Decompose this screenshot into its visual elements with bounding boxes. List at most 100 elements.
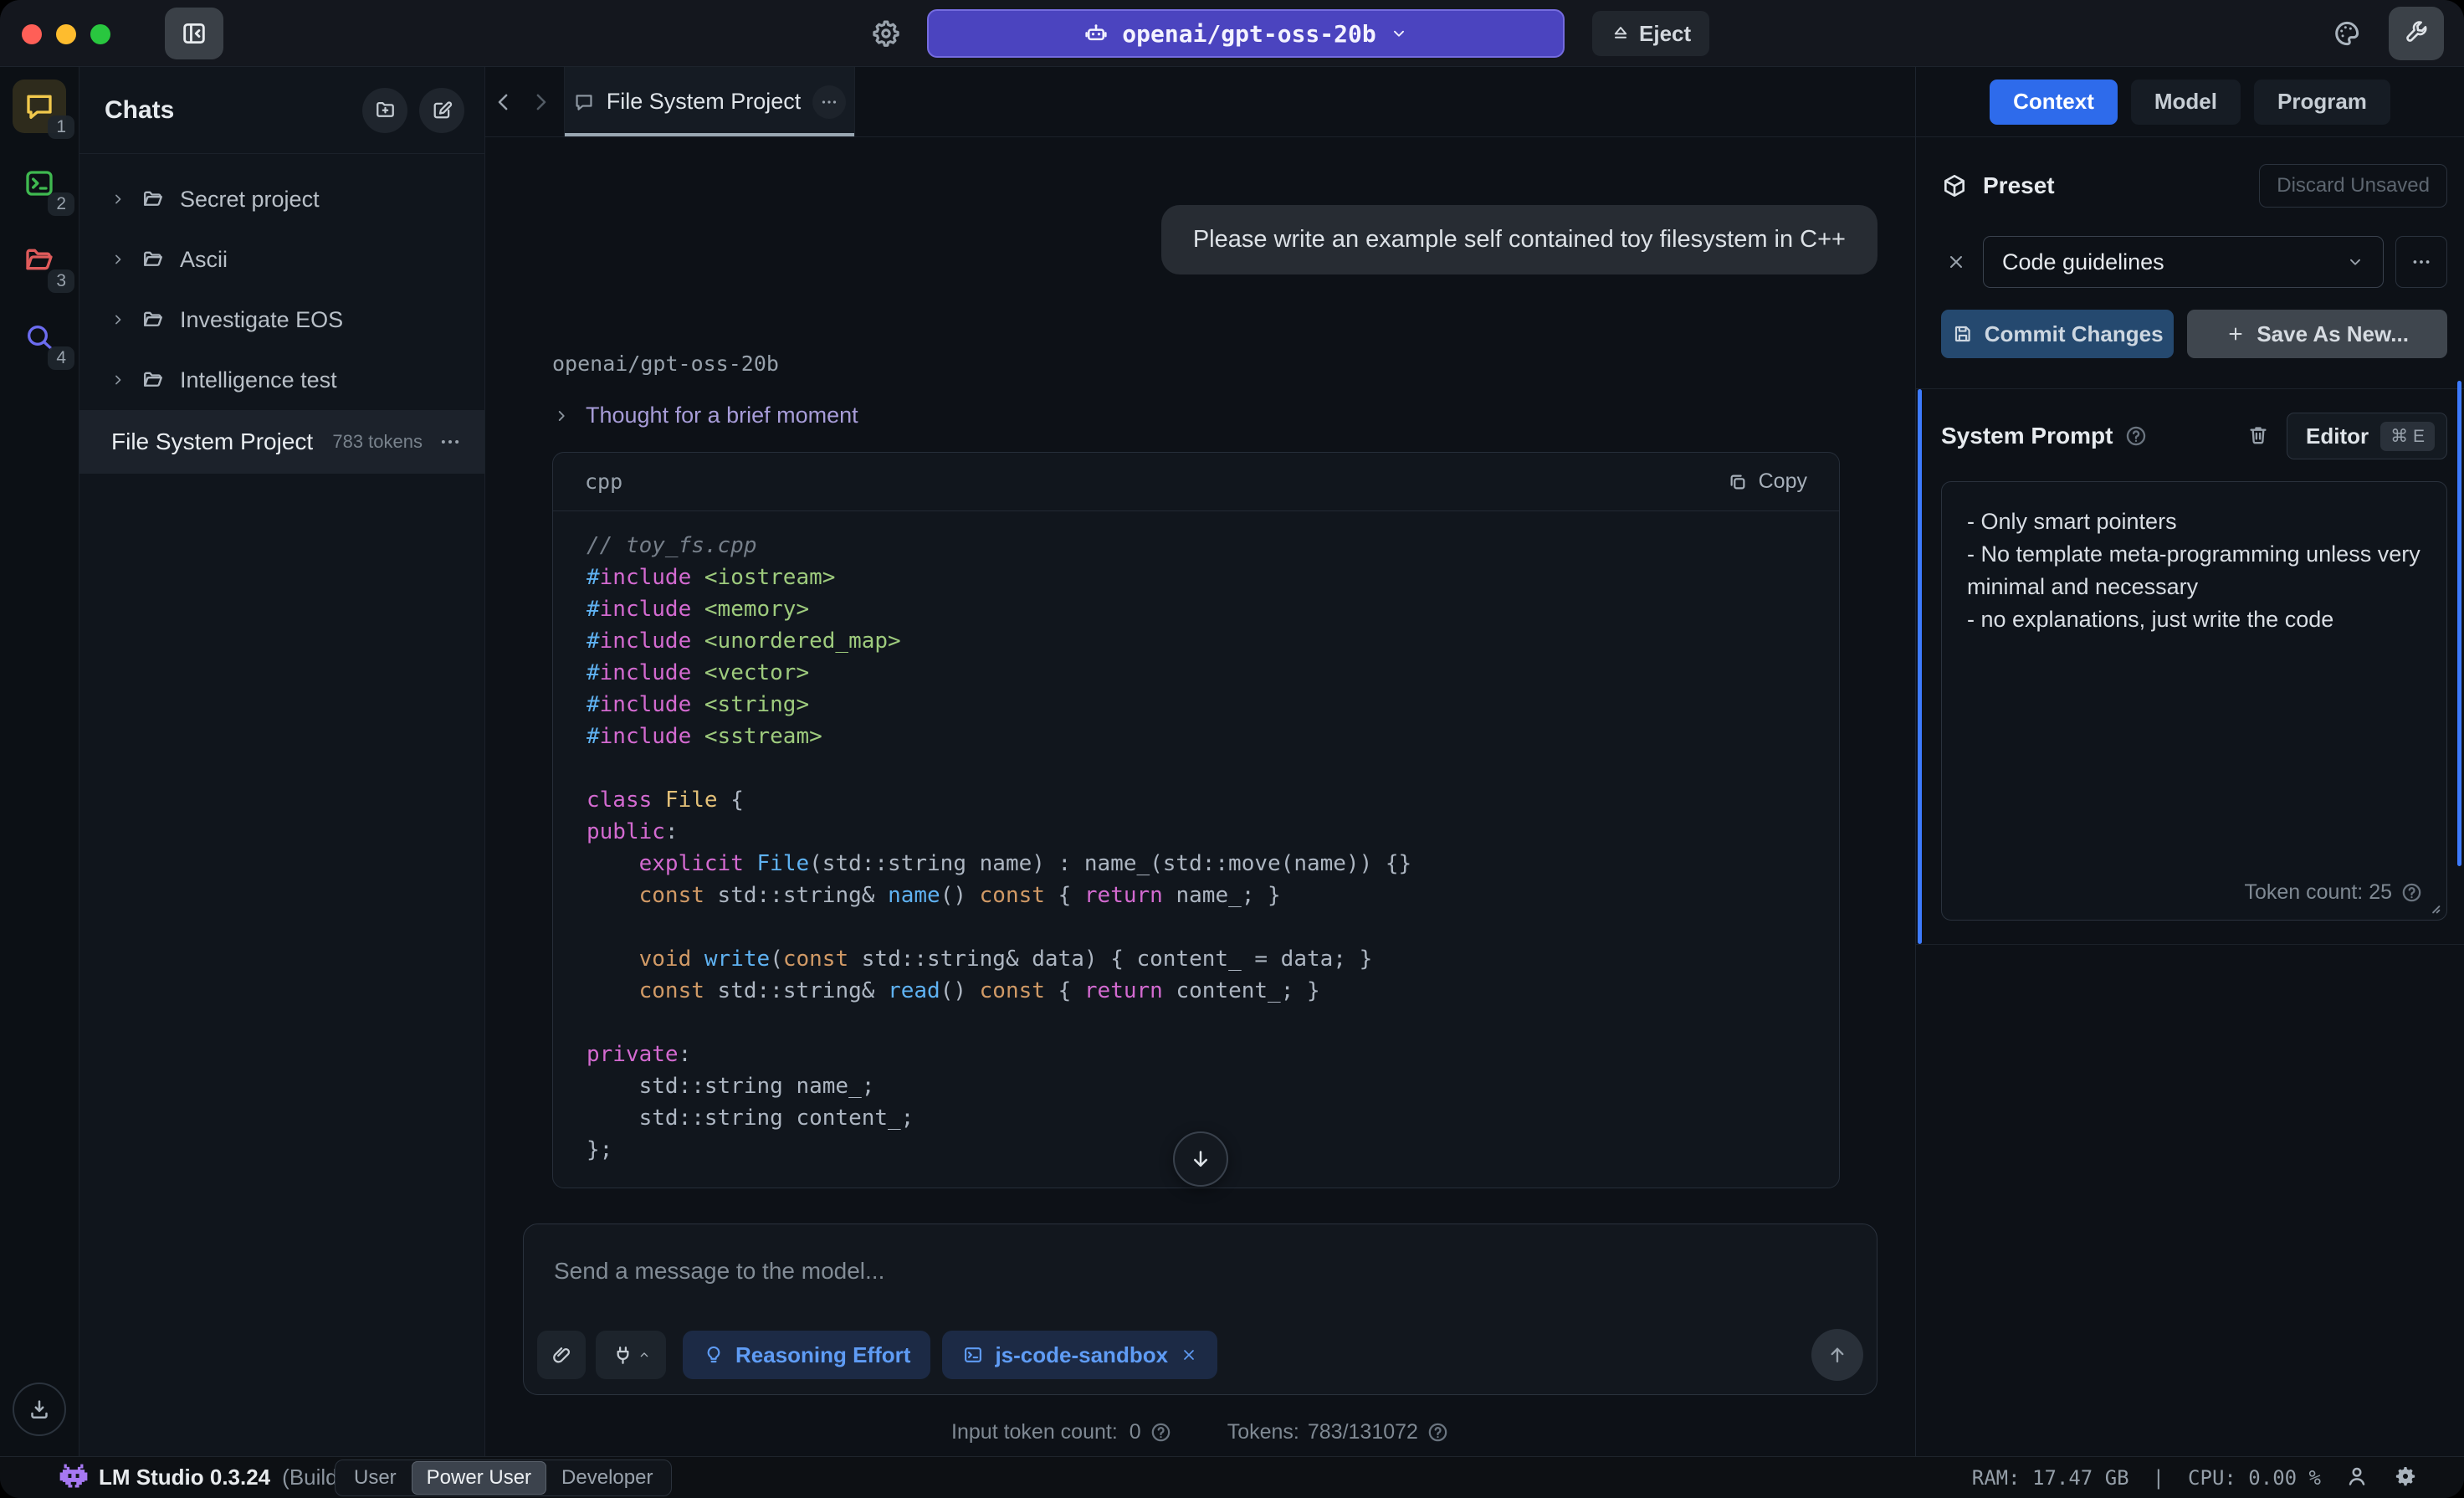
scroll-to-bottom-button[interactable] bbox=[1173, 1131, 1228, 1187]
resize-grip[interactable] bbox=[2425, 898, 2443, 916]
preset-more-button[interactable] bbox=[2395, 236, 2447, 288]
chat-item-file-system-project[interactable]: File System Project 783 tokens bbox=[79, 410, 484, 474]
message-input-placeholder: Send a message to the model... bbox=[554, 1258, 884, 1285]
rail-shortcut-badge: 3 bbox=[48, 269, 74, 293]
lm-studio-logo bbox=[59, 1463, 89, 1493]
clear-preset-button[interactable] bbox=[1941, 252, 1971, 272]
context-tokens-label: Tokens: bbox=[1227, 1420, 1299, 1444]
sidebar-toggle-button[interactable] bbox=[165, 8, 223, 59]
code-line: class File { bbox=[587, 784, 1806, 816]
conversation-scroll-area[interactable]: Please write an example self contained t… bbox=[485, 138, 1915, 1212]
plus-icon bbox=[2226, 324, 2246, 344]
code-content: // toy_fs.cpp#include <iostream>#include… bbox=[553, 511, 1839, 1188]
rail-item-chats[interactable]: 1 bbox=[13, 80, 66, 133]
system-prompt-editor[interactable]: - Only smart pointers - No template meta… bbox=[1941, 481, 2447, 921]
mode-power-user[interactable]: Power User bbox=[412, 1461, 546, 1495]
context-tokens-value: 783/131072 bbox=[1308, 1420, 1418, 1444]
mode-user[interactable]: User bbox=[339, 1461, 412, 1495]
tab-options-button[interactable] bbox=[812, 85, 846, 119]
close-icon[interactable] bbox=[1181, 1347, 1197, 1363]
chat-settings-button[interactable] bbox=[870, 18, 902, 52]
rail-item-discover[interactable]: 4 bbox=[13, 310, 66, 364]
robot-icon bbox=[1083, 21, 1109, 46]
chat-folder-ascii[interactable]: Ascii bbox=[79, 229, 484, 290]
account-button[interactable] bbox=[2344, 1464, 2369, 1492]
ellipsis-icon bbox=[819, 92, 839, 112]
cpu-usage: CPU: 0.00 % bbox=[2188, 1466, 2321, 1490]
code-line: const std::string& read() const { return… bbox=[587, 975, 1806, 1007]
tab-label: File System Project bbox=[607, 89, 802, 115]
tab-context[interactable]: Context bbox=[1990, 80, 2118, 125]
save-icon bbox=[1952, 323, 1974, 345]
app-settings-button[interactable] bbox=[2393, 1464, 2418, 1492]
chats-title: Chats bbox=[105, 96, 174, 125]
tab-model[interactable]: Model bbox=[2131, 80, 2241, 125]
rail-item-developer[interactable]: 2 bbox=[13, 156, 66, 210]
code-block: cpp Copy // toy_fs.cpp#include <iostream… bbox=[552, 452, 1840, 1188]
nav-forward-button[interactable] bbox=[522, 67, 559, 136]
mode-developer[interactable]: Developer bbox=[546, 1461, 668, 1495]
message-input[interactable]: Send a message to the model... Reasoning… bbox=[523, 1224, 1877, 1395]
app-version[interactable]: LM Studio 0.3.24 bbox=[99, 1465, 270, 1490]
preset-select[interactable]: Code guidelines bbox=[1983, 236, 2384, 288]
model-selector[interactable]: openai/gpt-oss-20b bbox=[927, 9, 1565, 58]
code-line bbox=[587, 911, 1806, 943]
new-chat-button[interactable] bbox=[419, 88, 464, 133]
code-line: #include <vector> bbox=[587, 657, 1806, 689]
theme-button[interactable] bbox=[2332, 18, 2362, 51]
scrollbar-thumb[interactable] bbox=[2457, 381, 2461, 866]
minimize-window-button[interactable] bbox=[56, 24, 76, 44]
chevron-down-icon bbox=[1390, 24, 1408, 43]
send-button[interactable] bbox=[1811, 1329, 1863, 1381]
keyboard-shortcut: ⌘ E bbox=[2380, 422, 2435, 451]
assistant-model-name: openai/gpt-oss-20b bbox=[552, 351, 1877, 376]
chat-name: File System Project bbox=[111, 428, 313, 455]
attach-file-button[interactable] bbox=[537, 1331, 586, 1379]
new-folder-button[interactable] bbox=[362, 88, 407, 133]
settings-tab-bar: Context Model Program bbox=[1916, 67, 2464, 137]
nav-back-button[interactable] bbox=[485, 67, 522, 136]
tab-bar: File System Project bbox=[485, 67, 1915, 137]
new-folder-icon bbox=[374, 99, 397, 121]
code-language-label: cpp bbox=[585, 469, 622, 494]
code-line bbox=[587, 1007, 1806, 1039]
chat-folder-investigate-eos[interactable]: Investigate EOS bbox=[79, 290, 484, 350]
zoom-window-button[interactable] bbox=[90, 24, 110, 44]
help-icon[interactable] bbox=[1427, 1421, 1449, 1444]
save-as-new-button[interactable]: Save As New... bbox=[2187, 310, 2447, 358]
developer-tools-button[interactable] bbox=[2389, 7, 2444, 60]
tab-program[interactable]: Program bbox=[2254, 80, 2390, 125]
folder-icon bbox=[141, 248, 165, 271]
chat-folder-secret-project[interactable]: Secret project bbox=[79, 169, 484, 229]
help-icon[interactable] bbox=[2124, 424, 2148, 448]
chat-main-area: File System Project Please write an exam… bbox=[485, 67, 1915, 1456]
token-counters: Input token count: 0 Tokens: 783/131072 bbox=[523, 1420, 1877, 1444]
eject-model-button[interactable]: Eject bbox=[1592, 11, 1709, 56]
chat-options-icon[interactable] bbox=[438, 429, 463, 454]
tab-file-system-project[interactable]: File System Project bbox=[564, 67, 855, 136]
loaded-model-name: openai/gpt-oss-20b bbox=[1122, 20, 1375, 48]
open-prompt-editor-button[interactable]: Editor ⌘ E bbox=[2287, 413, 2447, 459]
thought-disclosure[interactable]: Thought for a brief moment bbox=[552, 403, 1877, 428]
integrations-button[interactable] bbox=[596, 1331, 666, 1379]
sidebar-collapse-icon bbox=[180, 19, 208, 48]
discard-unsaved-button[interactable]: Discard Unsaved bbox=[2259, 164, 2447, 208]
help-icon[interactable] bbox=[1150, 1421, 1172, 1444]
folder-name: Investigate EOS bbox=[180, 307, 343, 333]
chip-reasoning-effort[interactable]: Reasoning Effort bbox=[683, 1331, 930, 1379]
folder-icon bbox=[141, 368, 165, 392]
clear-system-prompt-button[interactable] bbox=[2246, 423, 2270, 449]
preset-selected-value: Code guidelines bbox=[2002, 249, 2164, 275]
commit-changes-button[interactable]: Commit Changes bbox=[1941, 310, 2174, 358]
title-bar: openai/gpt-oss-20b Eject bbox=[0, 0, 2464, 67]
ram-usage: RAM: 17.47 GB bbox=[1972, 1466, 2129, 1490]
code-line: #include <string> bbox=[587, 689, 1806, 721]
downloads-button[interactable] bbox=[13, 1383, 66, 1436]
close-window-button[interactable] bbox=[22, 24, 42, 44]
rail-item-my-models[interactable]: 3 bbox=[13, 233, 66, 287]
copy-code-button[interactable]: Copy bbox=[1727, 469, 1807, 494]
chat-folder-intelligence-test[interactable]: Intelligence test bbox=[79, 350, 484, 410]
help-icon[interactable] bbox=[2400, 881, 2423, 904]
chip-js-code-sandbox[interactable]: js-code-sandbox bbox=[942, 1331, 1217, 1379]
user-mode-switcher: UserPower UserDeveloper bbox=[335, 1460, 672, 1496]
